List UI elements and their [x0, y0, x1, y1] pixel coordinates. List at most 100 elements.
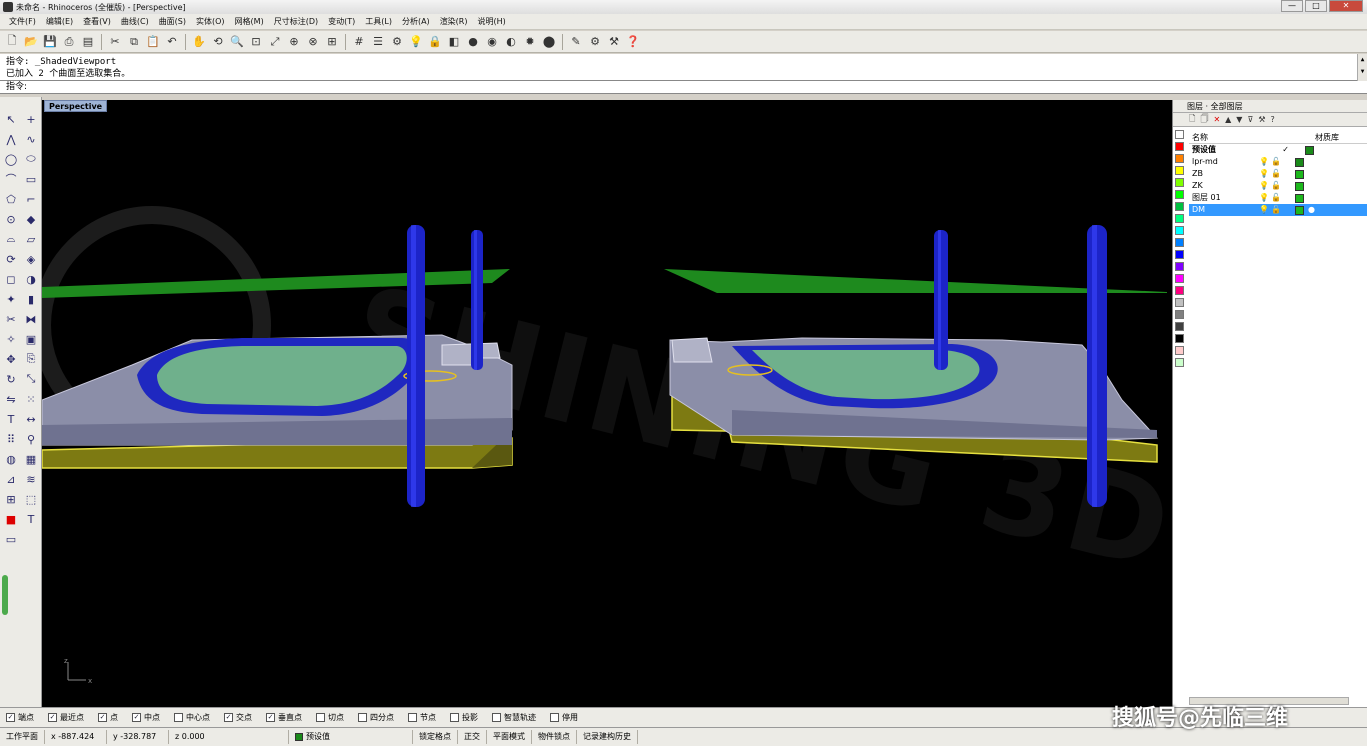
menu-tools[interactable]: 工具(L)	[360, 16, 397, 27]
layer-color-swatch[interactable]	[1295, 205, 1304, 215]
osnap-knot[interactable]: 节点	[408, 712, 436, 723]
zebra-icon[interactable]: ≋	[21, 469, 41, 489]
properties-icon[interactable]: ⚙	[389, 34, 405, 50]
text-icon[interactable]: T	[1, 409, 21, 429]
maximize-button[interactable]: □	[1305, 0, 1327, 12]
column-material[interactable]: 材质库	[1315, 132, 1339, 143]
color-swatch[interactable]	[1175, 334, 1184, 343]
mesh-icon[interactable]: ✦	[1, 289, 21, 309]
polyline-icon[interactable]: ⋀	[1, 129, 21, 149]
layer-row[interactable]: 预设值 ✓	[1189, 144, 1367, 156]
zoom-window-icon[interactable]: ⊡	[248, 34, 264, 50]
status-snap-toggle[interactable]: 锁定格点	[413, 730, 458, 744]
open-icon[interactable]: 📂	[23, 34, 39, 50]
osnap-checkbox[interactable]	[450, 713, 459, 722]
color-icon[interactable]: ●	[465, 34, 481, 50]
rotate-view-icon[interactable]: ⟲	[210, 34, 226, 50]
sun-icon[interactable]: ✹	[522, 34, 538, 50]
color-swatch[interactable]	[1175, 346, 1184, 355]
color-swatch[interactable]	[1175, 322, 1184, 331]
palette-drag-handle[interactable]	[2, 575, 8, 615]
copy-object-icon[interactable]: ⎘	[21, 349, 41, 369]
select-icon[interactable]: ↖	[1, 109, 21, 129]
array-icon[interactable]: ⁙	[21, 389, 41, 409]
move-icon[interactable]: ✥	[1, 349, 21, 369]
osnap-center[interactable]: 中心点	[174, 712, 210, 723]
copy-icon[interactable]: ⧉	[126, 34, 142, 50]
menu-edit[interactable]: 编辑(E)	[41, 16, 78, 27]
layer-color-swatch[interactable]	[1305, 145, 1314, 155]
layer-color-swatch[interactable]	[1295, 169, 1304, 179]
tools-icon[interactable]: ⚒	[1258, 115, 1265, 124]
menu-help[interactable]: 说明(H)	[473, 16, 511, 27]
status-planar-toggle[interactable]: 平面模式	[487, 730, 532, 744]
cut-icon[interactable]: ✂	[107, 34, 123, 50]
osnap-checkbox[interactable]	[316, 713, 325, 722]
lightbulb-icon[interactable]: 💡	[1259, 156, 1269, 168]
rectangle-icon[interactable]: ▭	[21, 169, 41, 189]
layer-icon[interactable]: ☰	[370, 34, 386, 50]
ellipse-icon[interactable]: ⬭	[21, 149, 41, 169]
viewport-title-tab[interactable]: Perspective	[44, 100, 108, 112]
layer-row[interactable]: ZB 💡 🔓	[1189, 168, 1367, 180]
color-swatch[interactable]	[1175, 142, 1184, 151]
osnap-quadrant[interactable]: 四分点	[358, 712, 394, 723]
color-swatch[interactable]	[1175, 178, 1184, 187]
command-input[interactable]	[29, 82, 1330, 92]
status-osnap-toggle[interactable]: 物件锁点	[532, 730, 577, 744]
shade-icon[interactable]: ◐	[503, 34, 519, 50]
save-icon[interactable]: 💾	[42, 34, 58, 50]
osnap-intersection[interactable]: ✓ 交点	[224, 712, 252, 723]
osnap-mid[interactable]: ✓ 中点	[132, 712, 160, 723]
mesh-grid-icon[interactable]: ⊞	[1, 489, 21, 509]
edit-icon[interactable]: ✎	[568, 34, 584, 50]
color-swatch[interactable]	[1175, 226, 1184, 235]
osnap-point[interactable]: ✓ 点	[98, 712, 118, 723]
render-tool-icon[interactable]: ◍	[1, 449, 21, 469]
layer-row[interactable]: lpr-md 💡 🔓	[1189, 156, 1367, 168]
osnap-disable[interactable]: 停用	[550, 712, 578, 723]
mirror-icon[interactable]: ⇋	[1, 389, 21, 409]
sphere-icon[interactable]: ⬤	[541, 34, 557, 50]
light-icon[interactable]: 💡	[408, 34, 424, 50]
lightbulb-icon[interactable]: 💡	[1259, 180, 1269, 192]
fillet-curve-icon[interactable]: ⌐	[21, 189, 41, 209]
join-icon[interactable]: ⧓	[21, 309, 41, 329]
revolve-icon[interactable]: ⟳	[1, 249, 21, 269]
layer-row[interactable]: ZK 💡 🔓	[1189, 180, 1367, 192]
menu-view[interactable]: 查看(V)	[78, 16, 116, 27]
color-swatch[interactable]	[1175, 202, 1184, 211]
zoom-icon[interactable]: 🔍	[229, 34, 245, 50]
menu-curve[interactable]: 曲线(C)	[116, 16, 154, 27]
grid-tool-icon[interactable]: ▦	[21, 449, 41, 469]
menu-file[interactable]: 文件(F)	[4, 16, 41, 27]
osnap-checkbox[interactable]: ✓	[6, 713, 15, 722]
unlock-icon[interactable]: 🔓	[1271, 180, 1281, 192]
color-swatch[interactable]	[1175, 238, 1184, 247]
osnap-checkbox[interactable]: ✓	[98, 713, 107, 722]
explode-icon[interactable]: ✧	[1, 329, 21, 349]
color-swatch[interactable]	[1175, 214, 1184, 223]
layer-color-swatch[interactable]	[1295, 193, 1304, 203]
osnap-checkbox[interactable]: ✓	[132, 713, 141, 722]
move-up-icon[interactable]: ▲	[1225, 115, 1231, 124]
group-icon[interactable]: ▣	[21, 329, 41, 349]
scale-icon[interactable]: ⤡	[21, 369, 41, 389]
record-icon[interactable]: ■	[1, 509, 21, 529]
column-name[interactable]: 名称	[1189, 132, 1255, 143]
four-view-icon[interactable]: ⊞	[324, 34, 340, 50]
polygon-icon[interactable]: ⬠	[1, 189, 21, 209]
layer-row[interactable]: 图层 01 💡 🔓	[1189, 192, 1367, 204]
arc-icon[interactable]: ⌒	[1, 169, 21, 189]
osnap-tangent[interactable]: 切点	[316, 712, 344, 723]
loft-icon[interactable]: ⌓	[1, 229, 21, 249]
osnap-checkbox[interactable]	[492, 713, 501, 722]
analyze-icon[interactable]: ⚲	[21, 429, 41, 449]
unlock-icon[interactable]: 🔓	[1271, 168, 1281, 180]
unlock-icon[interactable]: 🔓	[1271, 156, 1281, 168]
osnap-checkbox[interactable]	[408, 713, 417, 722]
color-swatch[interactable]	[1175, 358, 1184, 367]
status-current-layer[interactable]: 预设值	[289, 730, 413, 744]
color-swatch[interactable]	[1175, 250, 1184, 259]
filter-icon[interactable]: ⊽	[1247, 115, 1253, 124]
